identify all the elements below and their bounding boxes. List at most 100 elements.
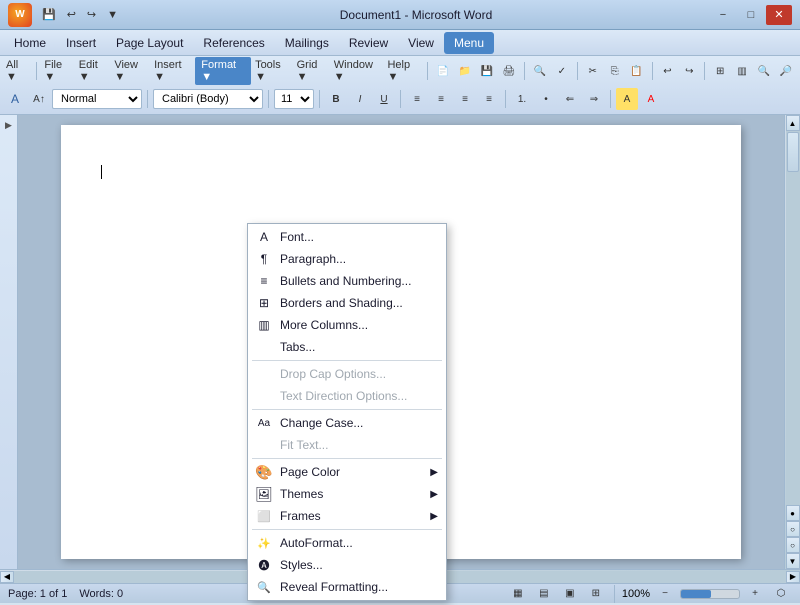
menu-font[interactable]: A Font... <box>248 226 446 248</box>
window-menu-label[interactable]: Window ▼ <box>332 59 384 83</box>
tb-font-color-2[interactable]: A <box>640 88 662 110</box>
menu-autoformat[interactable]: ✨ AutoFormat... <box>248 532 446 554</box>
tb-highlight[interactable]: A <box>616 88 638 110</box>
format-menu-label[interactable]: Format ▼ <box>195 57 251 85</box>
autoformat-label: AutoFormat... <box>280 536 353 550</box>
menu-reveal[interactable]: 🔍 Reveal Formatting... <box>248 576 446 598</box>
menu-pagecolor[interactable]: 🎨 Page Color ▶ <box>248 461 446 483</box>
customize-quick-btn[interactable]: ▼ <box>103 7 122 23</box>
zoom-out-btn[interactable]: − <box>654 583 676 605</box>
tb-btn-cut[interactable]: ✂ <box>583 60 603 82</box>
undo-quick-btn[interactable]: ↩ <box>63 6 80 23</box>
menu-home[interactable]: Home <box>4 32 56 54</box>
file-menu-label[interactable]: File ▼ <box>42 59 74 83</box>
menu-columns[interactable]: ▥ More Columns... <box>248 314 446 336</box>
tb-list-bul[interactable]: • <box>535 88 557 110</box>
minimize-button[interactable]: − <box>710 5 736 25</box>
scroll-thumb[interactable] <box>787 132 799 172</box>
menu-bullets[interactable]: ≡ Bullets and Numbering... <box>248 270 446 292</box>
size-dropdown[interactable]: 11 <box>274 89 314 109</box>
tb-btn-undo[interactable]: ↩ <box>657 60 677 82</box>
layout-btn-2[interactable]: ▤ <box>533 583 555 605</box>
menu-page-layout[interactable]: Page Layout <box>106 32 193 54</box>
status-right: ▦ ▤ ▣ ⊞ 100% − + ⬡ <box>507 583 792 605</box>
menu-borders[interactable]: ⊞ Borders and Shading... <box>248 292 446 314</box>
tb-btn-table[interactable]: ⊞ <box>710 60 730 82</box>
sep-5 <box>652 62 653 80</box>
tb-indent-dec[interactable]: ⇐ <box>559 88 581 110</box>
maximize-button[interactable]: □ <box>738 5 764 25</box>
tb-justify[interactable]: ≡ <box>478 88 500 110</box>
tb-align-right[interactable]: ≡ <box>454 88 476 110</box>
tb-align-left[interactable]: ≡ <box>406 88 428 110</box>
tb-btn-print[interactable]: 🖨 <box>499 60 519 82</box>
scroll-btn-circle-3[interactable]: ○ <box>786 537 800 553</box>
scroll-btn-circle-1[interactable]: ● <box>786 505 800 521</box>
view-menu-label[interactable]: View ▼ <box>112 59 150 83</box>
tb-btn-zoom-in[interactable]: 🔍 <box>754 60 774 82</box>
help-menu-label[interactable]: Help ▼ <box>385 59 422 83</box>
tb-btn-3[interactable]: 💾 <box>477 60 497 82</box>
font-dropdown[interactable]: Calibri (Body) <box>153 89 263 109</box>
tb-btn-spellcheck[interactable]: ✓ <box>552 60 572 82</box>
tb-indent-inc[interactable]: ⇒ <box>583 88 605 110</box>
tb-btn-redo[interactable]: ↪ <box>679 60 699 82</box>
zoom-slider-thumb[interactable] <box>681 590 711 598</box>
menu-frames[interactable]: ⬜ Frames ▶ <box>248 505 446 527</box>
insert-menu-label[interactable]: Insert ▼ <box>152 59 193 83</box>
edit-menu-label[interactable]: Edit ▼ <box>77 59 111 83</box>
scroll-up-btn[interactable]: ▲ <box>786 115 800 131</box>
zoom-in-btn[interactable]: + <box>744 583 766 605</box>
tb-btn-zoom-out[interactable]: 🔎 <box>776 60 796 82</box>
save-quick-btn[interactable]: 💾 <box>38 6 60 23</box>
menu-review[interactable]: Review <box>339 32 398 54</box>
scroll-right-btn[interactable]: ▶ <box>786 571 800 583</box>
menu-themes[interactable]: 🖼 Themes ▶ <box>248 483 446 505</box>
menu-divider-3 <box>252 458 442 459</box>
tb-btn-preview[interactable]: 🔍 <box>530 60 550 82</box>
tb-font-color[interactable]: A <box>4 88 26 110</box>
tb-btn-copy[interactable]: ⎘ <box>605 60 625 82</box>
grid-menu-label[interactable]: Grid ▼ <box>295 59 330 83</box>
tb-align-center[interactable]: ≡ <box>430 88 452 110</box>
tb-underline[interactable]: U <box>373 88 395 110</box>
menu-styles[interactable]: 🅐 Styles... <box>248 554 446 576</box>
layout-btn-1[interactable]: ▦ <box>507 583 529 605</box>
tb-font-size-up[interactable]: A↑ <box>28 88 50 110</box>
side-toolbar: ▶ <box>0 115 18 569</box>
redo-quick-btn[interactable]: ↪ <box>83 6 100 23</box>
paragraph-icon: ¶ <box>254 251 274 267</box>
menu-view[interactable]: View <box>398 32 444 54</box>
scroll-track[interactable] <box>786 131 800 505</box>
fit-window-btn[interactable]: ⬡ <box>770 583 792 605</box>
menu-references[interactable]: References <box>193 32 274 54</box>
menu-divider-4 <box>252 529 442 530</box>
tb-btn-cols[interactable]: ▥ <box>732 60 752 82</box>
layout-btn-4[interactable]: ⊞ <box>585 583 607 605</box>
zoom-slider-track[interactable] <box>680 589 740 599</box>
menu-insert[interactable]: Insert <box>56 32 106 54</box>
style-dropdown[interactable]: Normal <box>52 89 142 109</box>
fittext-label: Fit Text... <box>280 438 328 452</box>
menu-paragraph[interactable]: ¶ Paragraph... <box>248 248 446 270</box>
layout-btn-3[interactable]: ▣ <box>559 583 581 605</box>
changecase-icon: Aa <box>254 415 274 431</box>
menu-tabs[interactable]: Tabs... <box>248 336 446 358</box>
paragraph-label: Paragraph... <box>280 252 346 266</box>
tb-italic[interactable]: I <box>349 88 371 110</box>
tools-menu-label[interactable]: Tools ▼ <box>253 59 293 83</box>
scroll-btn-circle-2[interactable]: ○ <box>786 521 800 537</box>
menu-menu[interactable]: Menu <box>444 32 494 54</box>
tb-btn-2[interactable]: 📁 <box>455 60 475 82</box>
scroll-left-btn[interactable]: ◀ <box>0 571 14 583</box>
tb-bold[interactable]: B <box>325 88 347 110</box>
tb-btn-paste[interactable]: 📋 <box>627 60 647 82</box>
tb-btn-1[interactable]: 📄 <box>433 60 453 82</box>
side-btn-1[interactable]: ▶ <box>1 117 17 133</box>
close-button[interactable]: ✕ <box>766 5 792 25</box>
menu-mailings[interactable]: Mailings <box>275 32 339 54</box>
tb-list-num[interactable]: 1. <box>511 88 533 110</box>
page-status: Page: 1 of 1 <box>8 588 67 600</box>
menu-changecase[interactable]: Aa Change Case... <box>248 412 446 434</box>
scroll-down-btn[interactable]: ▼ <box>786 553 800 569</box>
